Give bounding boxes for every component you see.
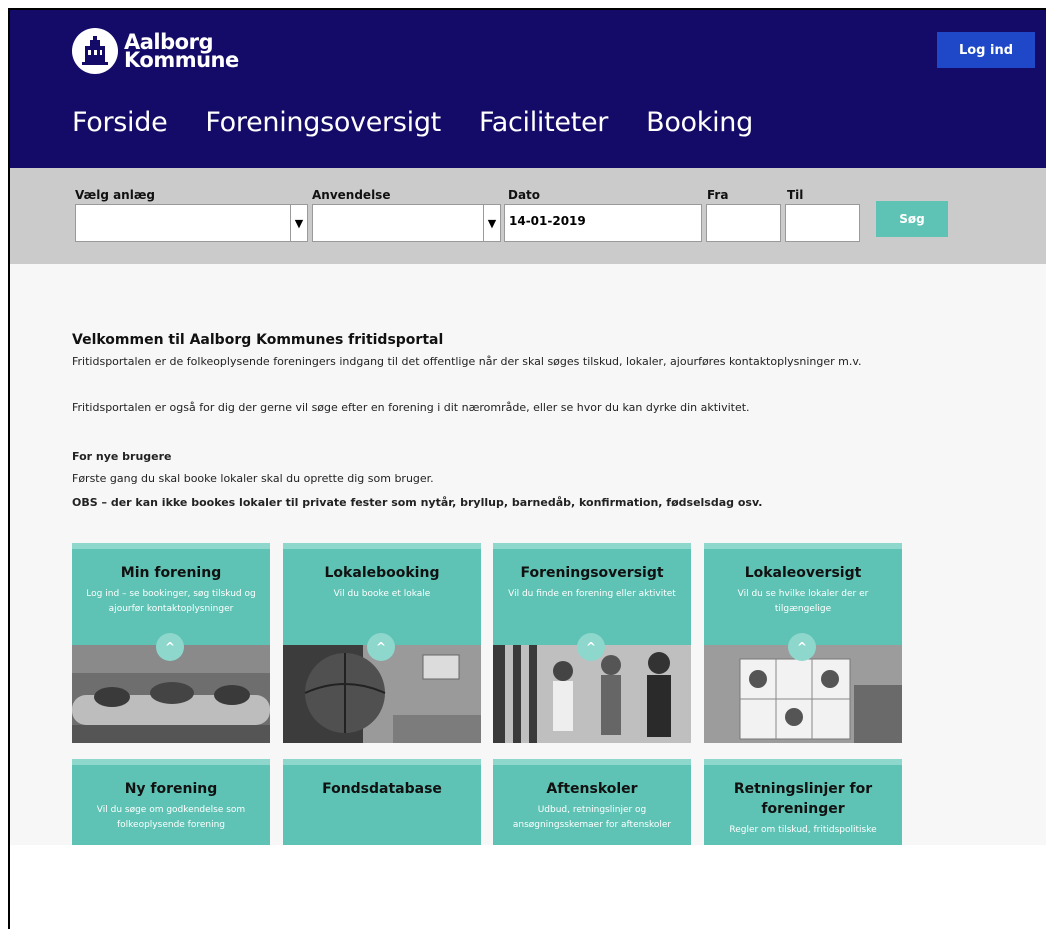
tile-stripe (72, 543, 270, 549)
tile-subtitle: Vil du søge om godkendelse som folkeoply… (96, 805, 246, 830)
chevron-up-icon[interactable]: ^ (367, 633, 395, 661)
tile-title: Min forening (120, 565, 222, 581)
from-label: Fra (707, 188, 729, 202)
usage-label: Anvendelse (312, 188, 391, 202)
to-time-input[interactable] (785, 204, 860, 242)
chevron-up-icon[interactable]: ^ (788, 633, 816, 661)
tile-subtitle: Vil du finde en forening eller aktivitet (508, 589, 676, 599)
tile-subtitle: Log ind – se bookinger, søg tilskud og a… (86, 589, 256, 614)
tile-title: Aftenskoler (546, 781, 638, 797)
nav-item-booking[interactable]: Booking (646, 107, 753, 138)
search-button[interactable]: Søg (876, 201, 948, 237)
tile-fondsdatabase[interactable]: Fondsdatabase (283, 759, 481, 845)
tile-stripe (493, 759, 691, 765)
tile-min-forening[interactable]: Min forening Log ind – se bookinger, søg… (72, 543, 270, 743)
tile-subtitle: Udbud, retningslinjer og ansøgningsskema… (512, 805, 672, 830)
nav-item-foreningsoversigt[interactable]: Foreningsoversigt (205, 107, 441, 138)
nav-item-faciliteter[interactable]: Faciliteter (479, 107, 608, 138)
from-time-input[interactable] (706, 204, 781, 242)
site-header: Aalborg Kommune Log ind Forside Forening… (10, 10, 1046, 168)
tile-retningslinjer[interactable]: Retningslinjer for foreninger Regler om … (704, 759, 902, 845)
logo-text: Aalborg Kommune (124, 32, 239, 72)
usage-select[interactable]: ▼ (312, 204, 501, 242)
intro-paragraph-1: Fritidsportalen er de folkeoplysende for… (72, 355, 862, 368)
tile-title: Foreningsoversigt (520, 565, 664, 581)
login-button[interactable]: Log ind (937, 32, 1035, 68)
tile-stripe (493, 543, 691, 549)
page-title: Velkommen til Aalborg Kommunes fritidspo… (72, 332, 444, 348)
main-content: Velkommen til Aalborg Kommunes fritidspo… (10, 264, 1046, 845)
tile-title: Lokaleoversigt (744, 565, 862, 581)
to-label: Til (787, 188, 804, 202)
facility-select[interactable]: ▼ (75, 204, 308, 242)
search-bar: Vælg anlæg ▼ Anvendelse ▼ Dato 14-01-201… (10, 168, 1046, 264)
chevron-down-icon[interactable]: ▼ (290, 205, 307, 241)
tile-aftenskoler[interactable]: Aftenskoler Udbud, retningslinjer og ans… (493, 759, 691, 845)
tile-stripe (704, 543, 902, 549)
chevron-up-icon[interactable]: ^ (577, 633, 605, 661)
new-users-heading: For nye brugere (72, 450, 172, 463)
tile-stripe (283, 759, 481, 765)
date-label: Dato (508, 188, 541, 202)
date-input[interactable]: 14-01-2019 (504, 204, 702, 242)
nav-item-forside[interactable]: Forside (72, 107, 168, 138)
chevron-up-icon[interactable]: ^ (156, 633, 184, 661)
tile-subtitle: Regler om tilskud, fritidspolitiske (729, 825, 877, 835)
intro-paragraph-2: Fritidsportalen er også for dig der gern… (72, 401, 750, 414)
tile-stripe (283, 543, 481, 549)
obs-notice: OBS – der kan ikke bookes lokaler til pr… (72, 496, 763, 509)
city-crest-icon (72, 28, 118, 74)
tile-title: Lokalebooking (324, 565, 440, 581)
chevron-down-icon[interactable]: ▼ (483, 205, 500, 241)
logo[interactable]: Aalborg Kommune (72, 28, 239, 74)
tile-subtitle: Vil du booke et lokale (333, 589, 431, 599)
tile-lokalebooking[interactable]: Lokalebooking Vil du booke et lokale ^ (283, 543, 481, 743)
tile-title: Retningslinjer for foreninger (733, 781, 873, 817)
tile-stripe (704, 759, 902, 765)
tile-lokaleoversigt[interactable]: Lokaleoversigt Vil du se hvilke lokaler … (704, 543, 902, 743)
tile-subtitle: Vil du se hvilke lokaler der er tilgænge… (737, 589, 869, 614)
logo-line2: Kommune (124, 48, 239, 72)
new-users-text: Første gang du skal booke lokaler skal d… (72, 472, 434, 485)
facility-label: Vælg anlæg (75, 188, 156, 202)
tile-title: Ny forening (124, 781, 218, 797)
main-nav: Forside Foreningsoversigt Faciliteter Bo… (72, 107, 753, 138)
tile-ny-forening[interactable]: Ny forening Vil du søge om godkendelse s… (72, 759, 270, 845)
tile-stripe (72, 759, 270, 765)
tile-title: Fondsdatabase (322, 781, 442, 797)
tile-foreningsoversigt[interactable]: Foreningsoversigt Vil du finde en foreni… (493, 543, 691, 743)
